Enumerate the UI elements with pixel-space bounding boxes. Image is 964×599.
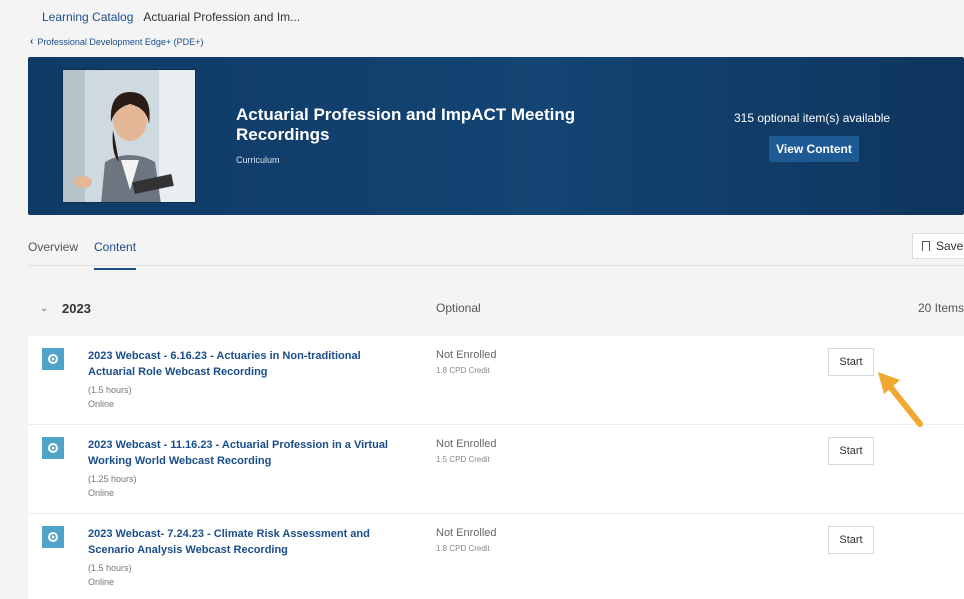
item-title[interactable]: 2023 Webcast - 11.16.23 - Actuarial Prof…: [88, 437, 408, 469]
item-credit: 1.5 CPD Credit: [436, 455, 490, 464]
save-button[interactable]: Save: [912, 233, 964, 259]
available-items-count: 315 optional item(s) available: [734, 111, 891, 125]
start-button[interactable]: Start: [828, 437, 874, 465]
item-hours: (1.5 hours): [88, 385, 132, 395]
back-link-label: Professional Development Edge+ (PDE+): [37, 36, 204, 47]
item-mode: Online: [88, 577, 115, 587]
item-title[interactable]: 2023 Webcast - 6.16.23 - Actuaries in No…: [88, 348, 408, 380]
section-item-count: 20 Items: [917, 301, 964, 315]
chevron-down-icon[interactable]: ⌄: [40, 303, 48, 314]
annotation-arrow-icon: [878, 372, 923, 427]
webcast-icon: [42, 348, 64, 370]
person-photo-icon: [63, 70, 195, 202]
list-item: 2023 Webcast - 6.16.23 - Actuaries in No…: [28, 336, 964, 425]
webcast-icon: [42, 437, 64, 459]
item-status: Not Enrolled: [436, 438, 497, 450]
section-header-2023[interactable]: ⌄ 2023 Optional 20 Items: [28, 290, 964, 326]
breadcrumb-learning-catalog[interactable]: Learning Catalog: [42, 10, 133, 24]
item-status: Not Enrolled: [436, 527, 497, 539]
back-link[interactable]: ‹ Professional Development Edge+ (PDE+): [30, 36, 203, 47]
item-status: Not Enrolled: [436, 349, 497, 361]
section-requirement: Optional: [436, 301, 481, 315]
start-button[interactable]: Start: [828, 526, 874, 554]
item-title[interactable]: 2023 Webcast- 7.24.23 - Climate Risk Ass…: [88, 526, 408, 558]
item-credit: 1.8 CPD Credit: [436, 544, 490, 553]
item-mode: Online: [88, 399, 115, 409]
chevron-left-icon: ‹: [30, 36, 34, 47]
tab-divider: [28, 265, 964, 266]
item-hours: (1.5 hours): [88, 563, 132, 573]
content-list: 2023 Webcast - 6.16.23 - Actuaries in No…: [28, 336, 964, 599]
page: Learning Catalog Actuarial Profession an…: [8, 0, 964, 599]
item-mode: Online: [88, 488, 115, 498]
curriculum-title: Actuarial Profession and ImpACT Meeting …: [236, 105, 576, 144]
list-item: 2023 Webcast- 7.24.23 - Climate Risk Ass…: [28, 514, 964, 599]
start-button[interactable]: Start: [828, 348, 874, 376]
breadcrumb: Learning Catalog Actuarial Profession an…: [42, 10, 300, 24]
item-credit: 1.8 CPD Credit: [436, 366, 490, 375]
curriculum-thumbnail: [62, 69, 196, 203]
list-item: 2023 Webcast - 11.16.23 - Actuarial Prof…: [28, 425, 964, 514]
section-year: 2023: [62, 300, 91, 316]
curriculum-type: Curriculum: [236, 155, 280, 165]
bookmark-icon: [922, 241, 930, 251]
view-content-button[interactable]: View Content: [769, 136, 859, 162]
item-hours: (1.25 hours): [88, 474, 137, 484]
save-label: Save: [936, 239, 964, 253]
breadcrumb-current: Actuarial Profession and Im...: [143, 10, 301, 24]
webcast-icon: [42, 526, 64, 548]
curriculum-hero: Actuarial Profession and ImpACT Meeting …: [28, 57, 964, 215]
